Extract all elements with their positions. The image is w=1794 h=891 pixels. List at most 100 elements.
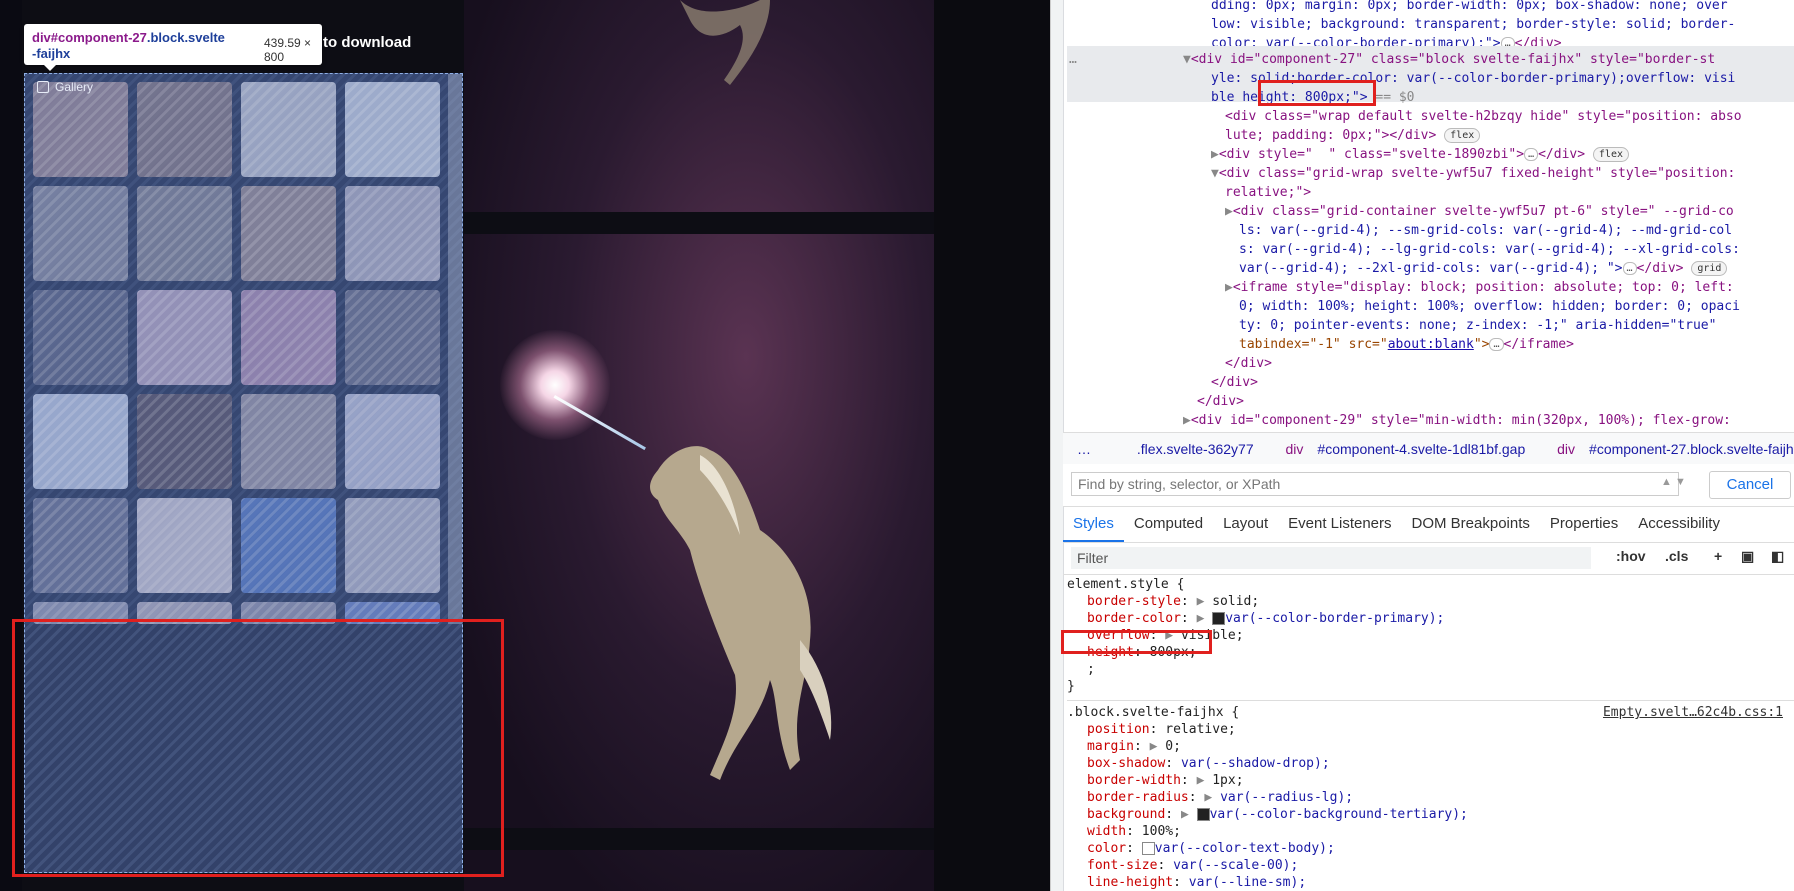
annotation-highlight-box <box>1258 80 1376 106</box>
style-declaration[interactable]: font-size: var(--scale-00); <box>1087 857 1298 874</box>
color-swatch[interactable] <box>1196 808 1210 821</box>
gallery-thumbnail[interactable] <box>137 290 232 385</box>
tab-layout[interactable]: Layout <box>1213 506 1278 542</box>
gallery-label-text: Gallery <box>55 80 94 94</box>
dom-line[interactable]: <div class="wrap default svelte-h2bzqy h… <box>1225 107 1742 126</box>
gallery-thumbnail[interactable] <box>33 82 128 177</box>
elements-tree: dding: 0px; margin: 0px; border-width: 0… <box>1067 0 1794 432</box>
gallery-thumbnail[interactable] <box>33 290 128 385</box>
breadcrumb-item[interactable]: .flex.svelte-362y77 <box>1123 441 1268 457</box>
dom-line[interactable]: ▼<div class="grid-wrap svelte-ywf5u7 fix… <box>1211 164 1735 183</box>
breadcrumb-item[interactable]: … <box>1063 441 1105 457</box>
download-hint-text: to download <box>323 34 412 51</box>
gallery-thumbnail[interactable] <box>345 82 440 177</box>
gallery-thumbnail[interactable] <box>137 186 232 281</box>
dom-line[interactable]: low: visible; background: transparent; b… <box>1211 15 1735 34</box>
style-declaration-empty[interactable]: ; <box>1087 661 1095 678</box>
style-declaration[interactable]: line-height: var(--line-sm); <box>1087 874 1306 891</box>
tab-styles[interactable]: Styles <box>1063 506 1124 542</box>
gallery-thumbnail[interactable] <box>345 498 440 593</box>
color-swatch[interactable] <box>1212 612 1226 625</box>
gallery-thumbnail[interactable] <box>241 186 336 281</box>
image-separator <box>464 212 934 234</box>
color-swatch[interactable] <box>1141 842 1155 855</box>
dom-line[interactable]: lute; padding: 0px;"></div> flex <box>1225 126 1481 145</box>
style-declaration[interactable]: border-width: ▶ 1px; <box>1087 772 1244 789</box>
rule-selector[interactable]: .block.svelte-faijhx { <box>1067 704 1239 721</box>
annotation-highlight-box <box>12 619 504 877</box>
toggle-sidebar-icon[interactable]: ◧ <box>1771 548 1784 565</box>
style-declaration[interactable]: width: 100%; <box>1087 823 1181 840</box>
style-declaration[interactable]: border-radius: ▶ var(--radius-lg); <box>1087 789 1353 806</box>
style-declaration[interactable]: box-shadow: var(--shadow-drop); <box>1087 755 1330 772</box>
gallery-label: Gallery <box>37 80 93 94</box>
new-rule-icon[interactable]: + <box>1714 548 1722 564</box>
gallery-thumbnail[interactable] <box>345 186 440 281</box>
dom-line[interactable]: </div> <box>1211 373 1258 392</box>
dom-line-selected[interactable]: ▼<div id="component-27" class="block sve… <box>1183 50 1715 69</box>
gallery-thumbnail[interactable] <box>137 394 232 489</box>
horn-glow <box>500 330 610 440</box>
rule-close: } <box>1067 679 1075 694</box>
style-declaration[interactable]: border-style: ▶ solid; <box>1087 593 1259 610</box>
gallery-scrollbar[interactable] <box>448 74 462 624</box>
dom-line[interactable]: ▶<div id="component-29" style="min-width… <box>1183 411 1731 430</box>
gallery-thumbnail[interactable] <box>33 186 128 281</box>
cls-toggle[interactable]: .cls <box>1665 548 1688 564</box>
dom-line[interactable]: s: var(--grid-4); --lg-grid-cols: var(--… <box>1239 240 1740 259</box>
rule-selector[interactable]: element.style { <box>1067 576 1184 593</box>
gallery-thumbnail[interactable] <box>33 498 128 593</box>
dom-line[interactable]: dding: 0px; margin: 0px; border-width: 0… <box>1211 0 1728 15</box>
breadcrumb-item-active[interactable]: div #component-27.block.svelte-faijhx <box>1557 441 1794 457</box>
dom-ellipsis[interactable]: … <box>1069 50 1077 69</box>
unicorn-legs-image <box>680 0 770 85</box>
styles-filter-input[interactable]: Filter <box>1071 547 1591 569</box>
tooltip-dimensions: 439.59 × 800 <box>264 36 312 64</box>
gallery-thumbnail[interactable] <box>345 290 440 385</box>
style-declaration[interactable]: margin: ▶ 0; <box>1087 738 1181 755</box>
gallery-thumbnail[interactable] <box>137 82 232 177</box>
image-icon <box>37 81 49 93</box>
dom-line[interactable]: var(--grid-4); --2xl-grid-cols: var(--gr… <box>1239 259 1728 278</box>
hov-toggle[interactable]: :hov <box>1616 548 1646 564</box>
paint-brush-icon[interactable]: ▣ <box>1741 548 1754 565</box>
tab-computed[interactable]: Computed <box>1124 506 1213 542</box>
stylesheet-link[interactable]: Empty.svelt…62c4b.css:1 <box>1603 704 1783 721</box>
dom-line[interactable]: </div> <box>1225 354 1272 373</box>
gallery-thumbnail[interactable] <box>241 394 336 489</box>
gallery-thumbnail[interactable] <box>241 290 336 385</box>
tab-dom-breakpoints[interactable]: DOM Breakpoints <box>1402 506 1540 542</box>
tab-event-listeners[interactable]: Event Listeners <box>1278 506 1401 542</box>
dom-line[interactable]: ty: 0; pointer-events: none; z-index: -1… <box>1239 316 1716 335</box>
dom-line[interactable]: ▶<div style=" " class="svelte-1890zbi">…… <box>1211 145 1629 164</box>
gallery-thumbnail[interactable] <box>241 498 336 593</box>
dom-line[interactable]: relative;"> <box>1225 183 1311 202</box>
find-input[interactable]: Find by string, selector, or XPath <box>1071 472 1679 496</box>
styles-pane: element.style { border-style: ▶ solid; b… <box>1067 576 1794 891</box>
cancel-button[interactable]: Cancel <box>1709 471 1791 499</box>
inspect-tooltip: div#component-27.block.svelte -faijhx 439… <box>24 24 322 71</box>
dom-line[interactable]: tabindex="-1" src="about:blank">… </ifram… <box>1239 335 1574 354</box>
tab-accessibility[interactable]: Accessibility <box>1628 506 1730 542</box>
breadcrumb-item[interactable]: div #component-4.svelte-1dl81bf.gap <box>1286 441 1540 457</box>
tooltip-selector: div#component-27.block.svelte -faijhx <box>32 30 225 61</box>
sidebar-tabs: Styles Computed Layout Event Listeners D… <box>1063 506 1794 543</box>
style-declaration[interactable]: border-color: ▶ var(--color-border-prima… <box>1087 610 1444 627</box>
style-declaration[interactable]: color: var(--color-text-body); <box>1087 840 1335 857</box>
tab-properties[interactable]: Properties <box>1540 506 1628 542</box>
dom-line[interactable]: ls: var(--grid-4); --sm-grid-cols: var(-… <box>1239 221 1732 240</box>
find-bar: Find by string, selector, or XPath ▲ ▼ C… <box>1063 464 1794 507</box>
annotation-highlight-box <box>1061 630 1212 654</box>
style-declaration[interactable]: background: ▶ var(--color-background-ter… <box>1087 806 1468 823</box>
unicorn-image <box>650 446 832 780</box>
dom-line[interactable]: </div> <box>1197 392 1244 411</box>
style-declaration[interactable]: position: relative; <box>1087 721 1236 738</box>
dom-line[interactable]: ▶<iframe style="display: block; position… <box>1225 278 1734 297</box>
gallery-thumbnail[interactable] <box>241 82 336 177</box>
dom-line[interactable]: ▶<div class="grid-container svelte-ywf5u… <box>1225 202 1734 221</box>
find-nav-arrows[interactable]: ▲ ▼ <box>1661 476 1686 488</box>
dom-line[interactable]: 0; width: 100%; height: 100%; overflow: … <box>1239 297 1740 316</box>
gallery-thumbnail[interactable] <box>345 394 440 489</box>
gallery-thumbnail[interactable] <box>137 498 232 593</box>
gallery-thumbnail[interactable] <box>33 394 128 489</box>
